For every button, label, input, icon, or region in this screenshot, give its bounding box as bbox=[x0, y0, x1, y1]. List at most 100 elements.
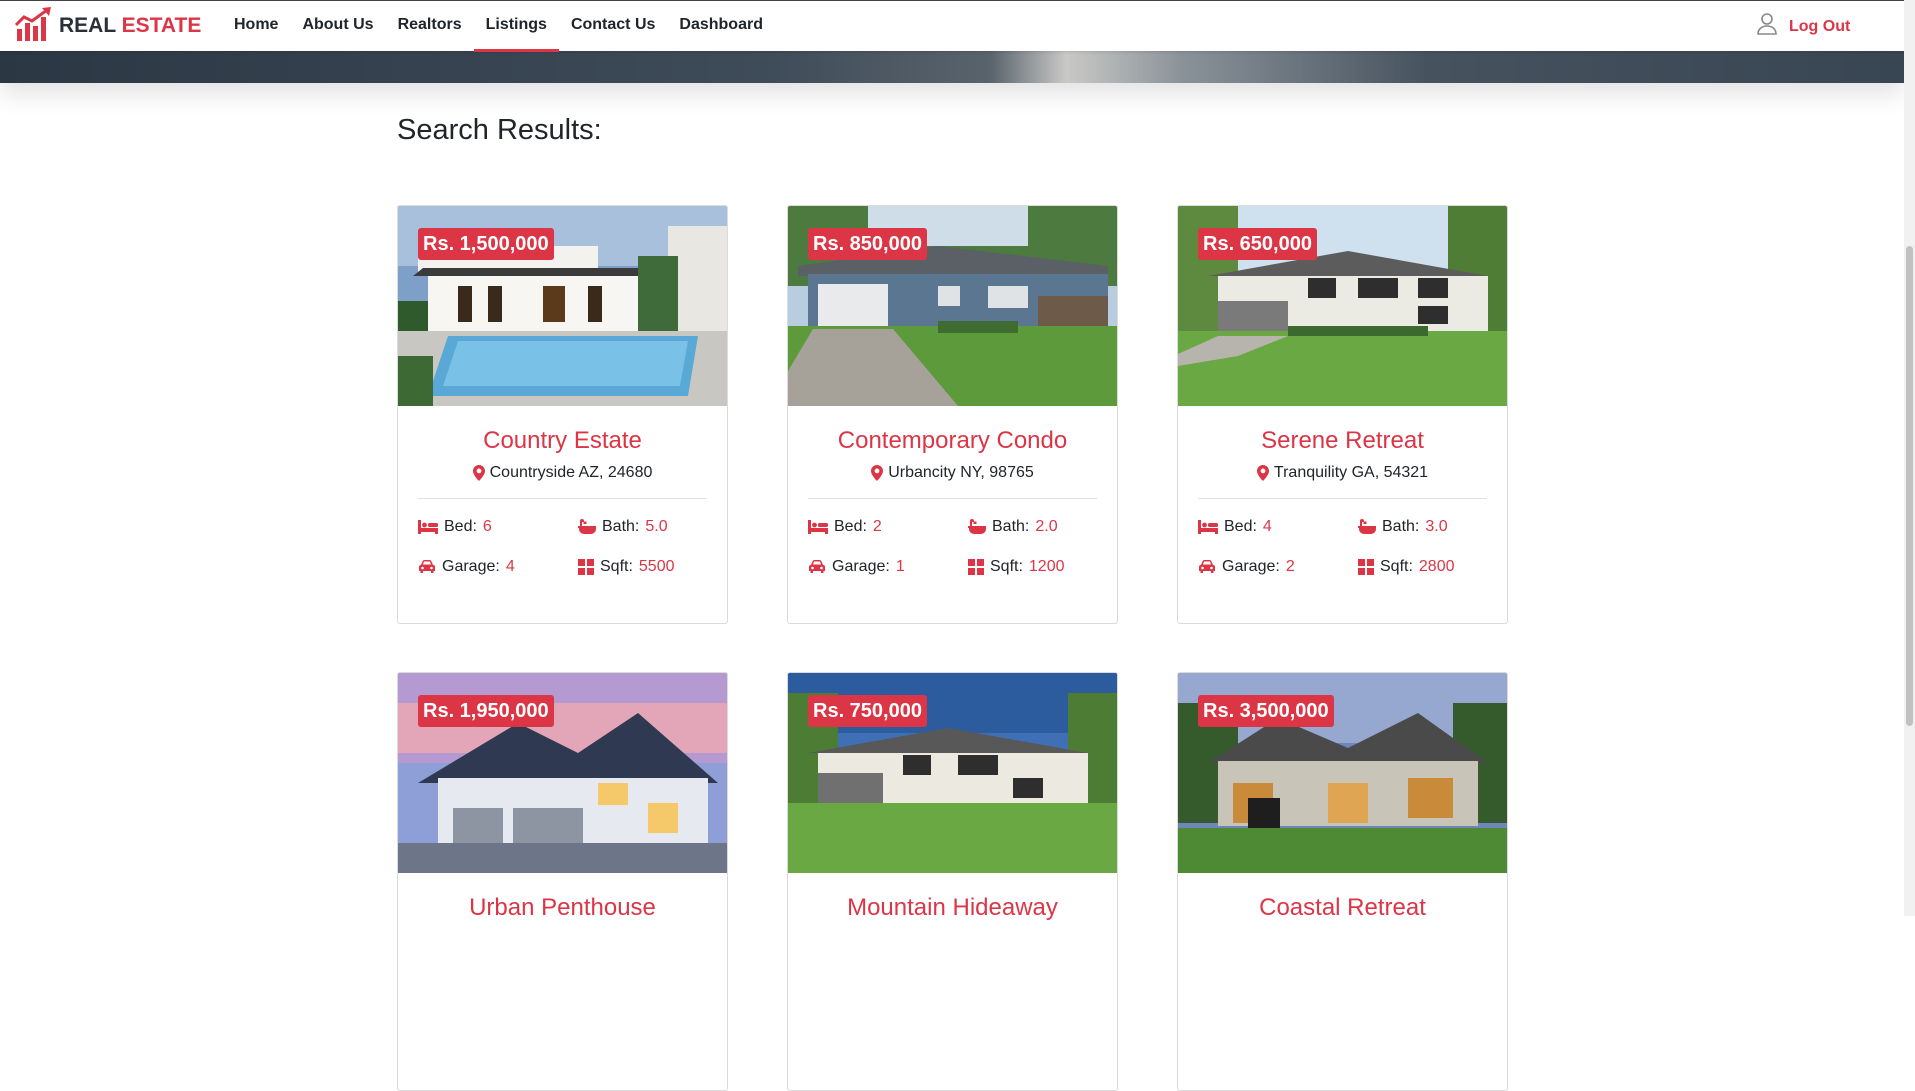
listing-specs: Bed: 2 Bath: 2.0 Garage: 1 Sqft: 1200 bbox=[808, 517, 1117, 576]
spec-value: 2 bbox=[872, 518, 882, 535]
listing-specs: Bed: 4 Bath: 3.0 Garage: 2 Sqft: 2800 bbox=[1198, 517, 1507, 576]
scrollbar[interactable] bbox=[1904, 0, 1915, 916]
spec-value: 5500 bbox=[638, 558, 675, 575]
logo-chart-icon bbox=[14, 6, 53, 46]
map-marker-icon bbox=[1257, 465, 1269, 481]
spec-garage: Garage: 2 bbox=[1198, 557, 1358, 576]
spec-bath: Bath: 5.0 bbox=[578, 517, 727, 536]
spec-sqft: Sqft: 1200 bbox=[968, 557, 1117, 576]
spec-label: Sqft: bbox=[990, 558, 1023, 575]
price-badge: Rs. 1,500,000 bbox=[418, 228, 554, 260]
map-marker-icon bbox=[473, 465, 485, 481]
listing-image[interactable]: Rs. 750,000 bbox=[788, 673, 1117, 873]
spec-value: 1200 bbox=[1028, 558, 1065, 575]
listing-title[interactable]: Mountain Hideaway bbox=[788, 893, 1117, 923]
spec-sqft: Sqft: 2800 bbox=[1358, 557, 1507, 576]
listing-card[interactable]: Rs. 1,500,000 Country Estate Countryside… bbox=[397, 205, 728, 624]
listing-title[interactable]: Urban Penthouse bbox=[398, 893, 727, 923]
spec-value: 2800 bbox=[1418, 558, 1455, 575]
spec-value: 2 bbox=[1285, 558, 1295, 575]
listing-image[interactable]: Rs. 1,950,000 bbox=[398, 673, 727, 873]
brand-name-part1: REAL bbox=[59, 14, 116, 37]
car-icon bbox=[418, 560, 436, 574]
spec-value: 1 bbox=[895, 558, 905, 575]
scrollbar-thumb[interactable] bbox=[1906, 246, 1913, 726]
nav-about-us[interactable]: About Us bbox=[290, 1, 385, 51]
area-icon bbox=[968, 559, 984, 575]
listing-specs: Bed: 6 Bath: 5.0 Garage: 4 Sqft: 5500 bbox=[418, 517, 727, 576]
price-badge: Rs. 750,000 bbox=[808, 695, 927, 727]
spec-bed: Bed: 6 bbox=[418, 517, 578, 536]
page-title: Search Results: bbox=[397, 114, 602, 146]
nav-dashboard[interactable]: Dashboard bbox=[667, 1, 775, 51]
nav-contact-us[interactable]: Contact Us bbox=[559, 1, 667, 51]
listing-card[interactable]: Rs. 850,000 Contemporary Condo Urbancity… bbox=[787, 205, 1118, 624]
nav-home[interactable]: Home bbox=[222, 1, 290, 51]
listing-card[interactable]: Rs. 750,000 Mountain Hideaway bbox=[787, 672, 1118, 1091]
brand-name-part2: ESTATE bbox=[121, 14, 202, 37]
navbar: REAL ESTATE Home About Us Realtors Listi… bbox=[0, 0, 1904, 52]
spec-label: Bed: bbox=[834, 518, 867, 535]
divider bbox=[808, 498, 1097, 499]
spec-value: 5.0 bbox=[645, 518, 668, 535]
user-icon[interactable] bbox=[1757, 13, 1777, 40]
location-text: Countryside AZ, 24680 bbox=[489, 464, 653, 481]
brand-name: REAL ESTATE bbox=[59, 14, 201, 38]
spec-label: Bed: bbox=[444, 518, 477, 535]
spec-label: Bath: bbox=[1382, 518, 1420, 535]
listing-location: Tranquility GA, 54321 bbox=[1178, 464, 1507, 482]
user-menu: Log Out bbox=[1757, 13, 1850, 40]
spec-label: Bed: bbox=[1224, 518, 1257, 535]
price-badge: Rs. 650,000 bbox=[1198, 228, 1317, 260]
spec-bath: Bath: 3.0 bbox=[1358, 517, 1507, 536]
listing-image[interactable]: Rs. 3,500,000 bbox=[1178, 673, 1507, 873]
spec-label: Bath: bbox=[992, 518, 1030, 535]
bed-icon bbox=[808, 520, 828, 534]
spec-value: 2.0 bbox=[1035, 518, 1058, 535]
listing-card[interactable]: Rs. 650,000 Serene Retreat Tranquility G… bbox=[1177, 205, 1508, 624]
spec-label: Garage: bbox=[832, 558, 890, 575]
location-text: Tranquility GA, 54321 bbox=[1273, 464, 1429, 481]
brand-logo[interactable]: REAL ESTATE bbox=[14, 6, 201, 46]
area-icon bbox=[578, 559, 594, 575]
listing-title[interactable]: Serene Retreat bbox=[1178, 426, 1507, 456]
listing-title[interactable]: Country Estate bbox=[398, 426, 727, 456]
bath-icon bbox=[968, 519, 986, 535]
logout-link[interactable]: Log Out bbox=[1789, 18, 1850, 36]
spec-label: Sqft: bbox=[1380, 558, 1413, 575]
bath-icon bbox=[1358, 519, 1376, 535]
main-nav: Home About Us Realtors Listings Contact … bbox=[222, 1, 775, 52]
listing-image[interactable]: Rs. 650,000 bbox=[1178, 206, 1507, 406]
nav-listings[interactable]: Listings bbox=[473, 1, 560, 52]
bath-icon bbox=[578, 519, 596, 535]
price-badge: Rs. 3,500,000 bbox=[1198, 695, 1334, 727]
listing-location: Countryside AZ, 24680 bbox=[398, 464, 727, 482]
spec-value: 4 bbox=[1262, 518, 1272, 535]
spec-bath: Bath: 2.0 bbox=[968, 517, 1117, 536]
listing-title[interactable]: Contemporary Condo bbox=[788, 426, 1117, 456]
price-badge: Rs. 1,950,000 bbox=[418, 695, 554, 727]
car-icon bbox=[808, 560, 826, 574]
nav-realtors[interactable]: Realtors bbox=[386, 1, 474, 51]
spec-label: Garage: bbox=[442, 558, 500, 575]
listing-title[interactable]: Coastal Retreat bbox=[1178, 893, 1507, 923]
area-icon bbox=[1358, 559, 1374, 575]
listing-image[interactable]: Rs. 1,500,000 bbox=[398, 206, 727, 406]
spec-value: 6 bbox=[482, 518, 492, 535]
spec-garage: Garage: 1 bbox=[808, 557, 968, 576]
car-icon bbox=[1198, 560, 1216, 574]
spec-label: Bath: bbox=[602, 518, 640, 535]
listing-image[interactable]: Rs. 850,000 bbox=[788, 206, 1117, 406]
spec-value: 4 bbox=[505, 558, 515, 575]
divider bbox=[418, 498, 707, 499]
spec-sqft: Sqft: 5500 bbox=[578, 557, 727, 576]
divider bbox=[1198, 498, 1487, 499]
listing-card[interactable]: Rs. 3,500,000 Coastal Retreat bbox=[1177, 672, 1508, 1091]
location-text: Urbancity NY, 98765 bbox=[888, 464, 1034, 481]
spec-bed: Bed: 4 bbox=[1198, 517, 1358, 536]
spec-bed: Bed: 2 bbox=[808, 517, 968, 536]
listing-card[interactable]: Rs. 1,950,000 Urban Penthouse bbox=[397, 672, 728, 1091]
bed-icon bbox=[1198, 520, 1218, 534]
listing-location: Urbancity NY, 98765 bbox=[788, 464, 1117, 482]
bed-icon bbox=[418, 520, 438, 534]
